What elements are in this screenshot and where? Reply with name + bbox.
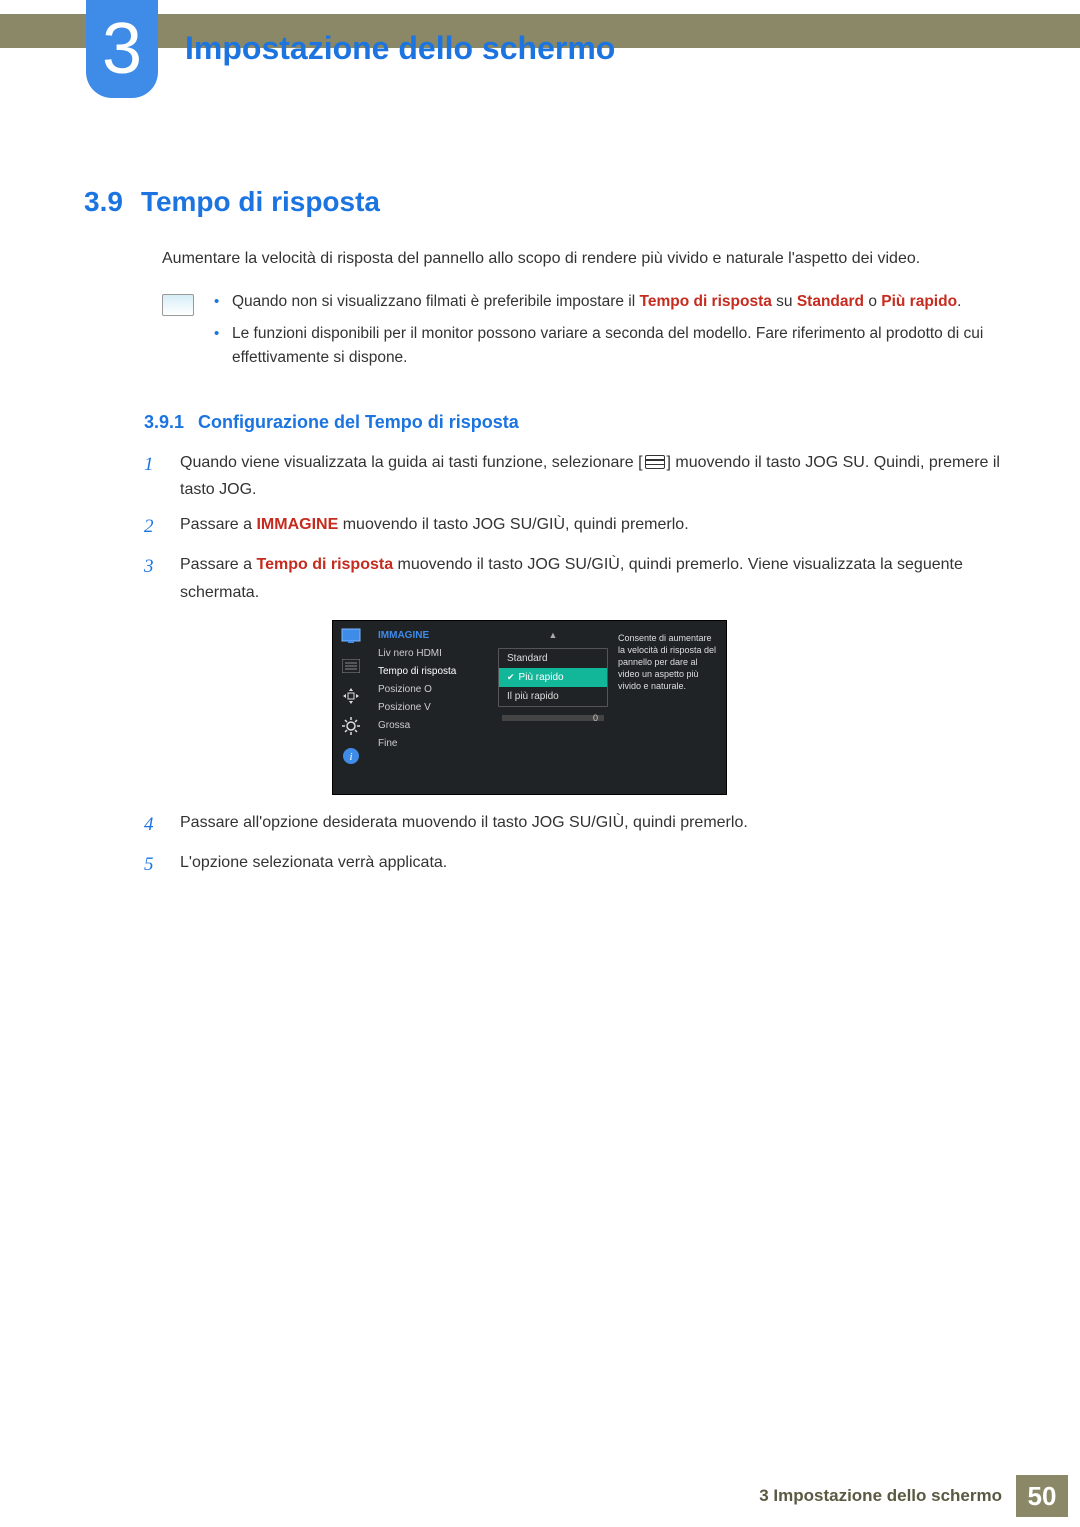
step-number: 5 (144, 849, 162, 881)
note-block: Quando non si visualizzano filmati è pre… (162, 290, 1000, 378)
step: 4 Passare all'opzione desiderata muovend… (144, 809, 1000, 841)
osd-sidebar: i (332, 620, 370, 795)
note-text: su (772, 293, 797, 310)
step: 5 L'opzione selezionata verrà applicata. (144, 849, 1000, 881)
osd-option: Il più rapido (499, 687, 607, 706)
note-text: Quando non si visualizzano filmati è pre… (232, 293, 640, 310)
step-text: Passare a (180, 556, 256, 573)
osd-menu-list: IMMAGINE Liv nero HDMI Tempo di risposta… (370, 620, 498, 795)
note-item: Quando non si visualizzano filmati è pre… (212, 290, 1000, 314)
info-icon: i (341, 746, 361, 766)
osd-option-selected: Più rapido (499, 668, 607, 687)
svg-text:i: i (349, 751, 352, 763)
osd-menu-item: Fine (378, 738, 490, 749)
osd-submenu: ▲ Standard Più rapido Il più rapido 0 (498, 620, 608, 795)
osd-menu-item-active: Tempo di risposta (378, 666, 490, 677)
step-em: IMMAGINE (256, 516, 338, 533)
step-text: L'opzione selezionata verrà applicata. (180, 849, 1000, 881)
step-number: 4 (144, 809, 162, 841)
osd-option: Standard (499, 649, 607, 668)
note-icon (162, 294, 194, 316)
osd-description: Consente di aumentare la velocità di ris… (608, 620, 727, 795)
gear-icon (341, 716, 361, 736)
osd-slider-value: 0 (593, 713, 598, 723)
monitor-icon (341, 626, 361, 646)
chapter-title: Impostazione dello schermo (185, 30, 615, 67)
step: 3 Passare a Tempo di risposta muovendo i… (144, 551, 1000, 605)
step-em: Tempo di risposta (256, 556, 393, 573)
osd-menu-item: Liv nero HDMI (378, 648, 490, 659)
step-text: Passare a (180, 516, 256, 533)
osd-slider: 0 (502, 715, 604, 721)
note-text: o (864, 293, 881, 310)
osd-screenshot: i IMMAGINE Liv nero HDMI Tempo di rispos… (332, 620, 727, 795)
note-em: Tempo di risposta (640, 293, 772, 310)
subsection-title: Configurazione del Tempo di risposta (198, 412, 519, 433)
section-number: 3.9 (84, 186, 123, 218)
step: 2 Passare a IMMAGINE muovendo il tasto J… (144, 511, 1000, 543)
note-text: . (957, 293, 961, 310)
step-text: Passare all'opzione desiderata muovendo … (180, 809, 1000, 841)
note-em: Standard (797, 293, 864, 310)
step-number: 2 (144, 511, 162, 543)
osd-menu-item: Posizione V (378, 702, 490, 713)
page-number: 50 (1016, 1475, 1068, 1517)
list-icon (341, 656, 361, 676)
step-number: 3 (144, 551, 162, 605)
osd-menu-title: IMMAGINE (378, 630, 490, 641)
subsection-number: 3.9.1 (144, 412, 184, 433)
chevron-up-icon: ▲ (549, 630, 558, 640)
chapter-number-badge: 3 (86, 0, 158, 98)
section-intro: Aumentare la velocità di risposta del pa… (162, 246, 1000, 272)
section-title: Tempo di risposta (141, 186, 380, 218)
note-em: Più rapido (881, 293, 957, 310)
step-text: muovendo il tasto JOG SU/GIÙ, quindi pre… (338, 516, 688, 533)
note-item: Le funzioni disponibili per il monitor p… (212, 322, 1000, 370)
move-icon (341, 686, 361, 706)
footer-chapter-title: 3 Impostazione dello schermo (759, 1486, 1002, 1506)
step-text: Quando viene visualizzata la guida ai ta… (180, 454, 643, 471)
menu-icon (645, 455, 665, 469)
page-footer: 3 Impostazione dello schermo 50 (759, 1475, 1068, 1517)
page-content: 3.9 Tempo di risposta Aumentare la veloc… (84, 186, 1000, 889)
osd-menu-item: Grossa (378, 720, 490, 731)
step-number: 1 (144, 449, 162, 503)
step: 1 Quando viene visualizzata la guida ai … (144, 449, 1000, 503)
osd-menu-item: Posizione O (378, 684, 490, 695)
